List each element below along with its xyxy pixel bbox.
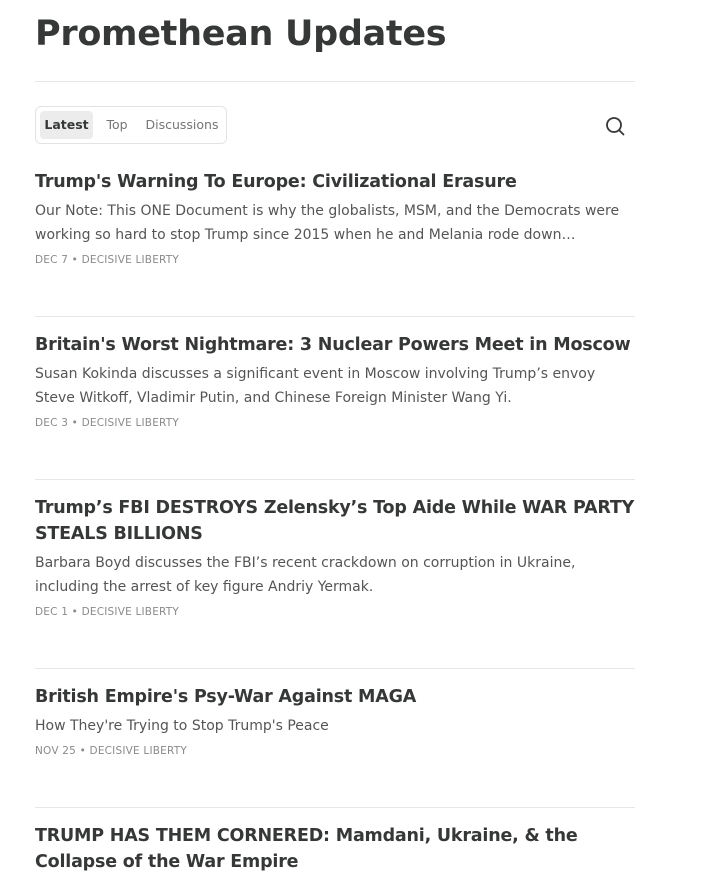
tab-latest[interactable]: Latest [40, 111, 93, 139]
post-meta: NOV 25 • DECISIVE LIBERTY [35, 744, 635, 758]
post-divider [35, 668, 635, 669]
post-subtitle: Barbara Boyd discusses the FBI’s recent … [35, 555, 576, 595]
post-author[interactable]: DECISIVE LIBERTY [90, 745, 187, 757]
meta-separator: • [71, 606, 79, 618]
search-button[interactable] [603, 114, 627, 138]
post-subtitle: Our Note: This ONE Document is why the g… [35, 203, 620, 243]
header-divider [35, 81, 635, 82]
post-divider [35, 316, 635, 317]
post-date: DEC 1 [35, 606, 69, 618]
post-meta: DEC 7 • DECISIVE LIBERTY [35, 253, 635, 267]
post-author[interactable]: DECISIVE LIBERTY [82, 606, 179, 618]
meta-separator: • [71, 417, 79, 429]
post-item[interactable]: Trump’s FBI DESTROYS Zelensky’s Top Aide… [35, 495, 635, 619]
tab-discussions[interactable]: Discussions [140, 111, 224, 139]
post-date: NOV 25 [35, 745, 77, 757]
post-author[interactable]: DECISIVE LIBERTY [82, 254, 179, 266]
post-item[interactable]: Britain's Worst Nightmare: 3 Nuclear Pow… [35, 332, 635, 430]
post-title[interactable]: Trump’s FBI DESTROYS Zelensky’s Top Aide… [35, 495, 635, 547]
post-title[interactable]: Britain's Worst Nightmare: 3 Nuclear Pow… [35, 332, 635, 358]
post-title[interactable]: TRUMP HAS THEM CORNERED: Mamdani, Ukrain… [35, 823, 635, 875]
post-divider [35, 807, 635, 808]
post-author[interactable]: DECISIVE LIBERTY [82, 417, 179, 429]
post-item[interactable]: British Empire's Psy-War Against MAGA Ho… [35, 684, 635, 758]
post-subtitle: Susan Kokinda discusses a significant ev… [35, 366, 596, 406]
post-date: DEC 3 [35, 417, 69, 429]
sort-tabs: Latest Top Discussions [35, 106, 227, 144]
post-title[interactable]: Trump's Warning To Europe: Civilizationa… [35, 169, 635, 195]
publication-page: Promethean Updates Latest Top Discussion… [35, 0, 635, 872]
post-item[interactable]: Trump's Warning To Europe: Civilizationa… [35, 169, 635, 267]
post-item[interactable]: TRUMP HAS THEM CORNERED: Mamdani, Ukrain… [35, 823, 635, 875]
meta-separator: • [71, 254, 79, 266]
publication-title[interactable]: Promethean Updates [35, 0, 635, 56]
post-subtitle: How They're Trying to Stop Trump's Peace [35, 718, 329, 734]
post-divider [35, 479, 635, 480]
search-icon [606, 117, 625, 136]
post-meta: DEC 3 • DECISIVE LIBERTY [35, 416, 635, 430]
post-title[interactable]: British Empire's Psy-War Against MAGA [35, 684, 635, 710]
tab-top[interactable]: Top [98, 111, 136, 139]
post-meta: DEC 1 • DECISIVE LIBERTY [35, 605, 635, 619]
meta-separator: • [79, 745, 86, 757]
post-date: DEC 7 [35, 254, 69, 266]
